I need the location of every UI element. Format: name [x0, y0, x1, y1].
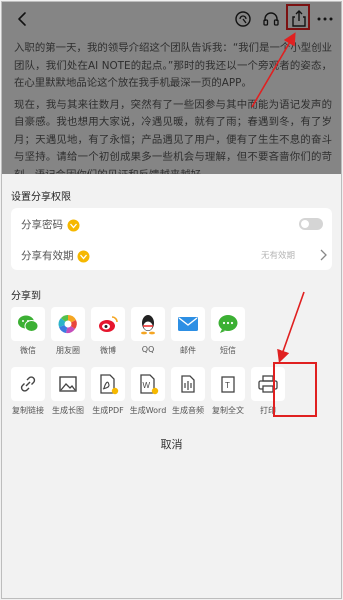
arrow-to-print [277, 291, 305, 364]
screenshot-frame-outer: 入职的第一天，我的领导介绍这个团队告诉我：“我们是一个小型创业团队，我们处在AI… [0, 0, 343, 600]
app-window: 入职的第一天，我的领导介绍这个团队告诉我：“我们是一个小型创业团队，我们处在AI… [1, 1, 342, 599]
annotation-arrows [251, 32, 305, 364]
arrow-to-share [251, 32, 296, 108]
